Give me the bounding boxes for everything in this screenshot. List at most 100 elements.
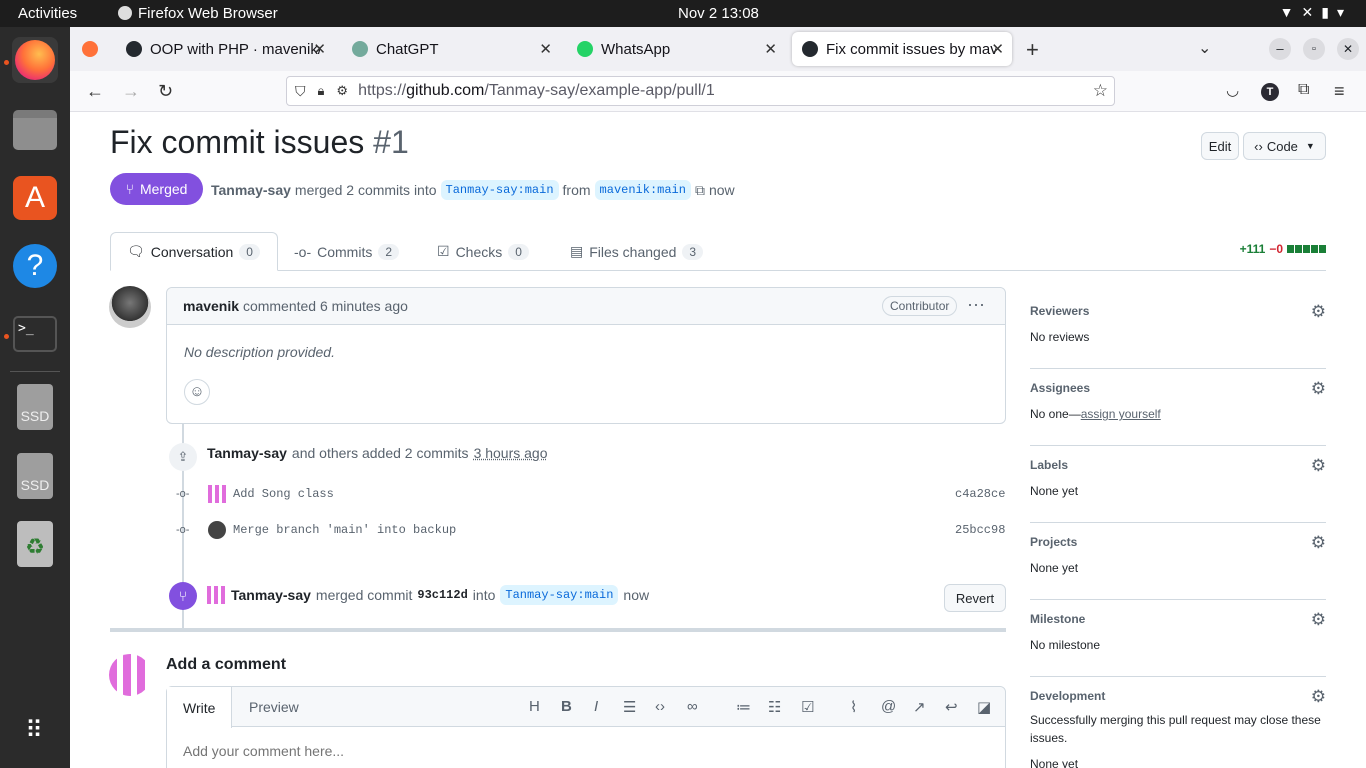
maximize-button[interactable]: ▫ (1303, 38, 1325, 60)
reload-icon[interactable]: ↻ (158, 81, 173, 102)
unordered-list-icon[interactable]: ☷ (768, 698, 781, 716)
identicon-avatar (207, 586, 225, 604)
merged-branch[interactable]: Tanmay-say:main (500, 585, 619, 605)
commit-message[interactable]: Add Song class (233, 487, 334, 501)
close-tab-icon[interactable]: ✕ (539, 40, 552, 58)
edit-button[interactable]: Edit (1201, 132, 1239, 160)
firefox-dock-icon[interactable] (12, 37, 58, 83)
slash-commands-icon[interactable]: ◪ (977, 698, 991, 716)
forward-icon[interactable]: → (122, 81, 140, 102)
code-icon[interactable]: ‹› (655, 698, 665, 715)
sidebar-heading[interactable]: Milestone (1030, 612, 1085, 626)
back-icon[interactable]: ← (86, 81, 104, 102)
attach-icon[interactable]: ⌇ (850, 698, 857, 716)
ordered-list-icon[interactable]: ≔ (736, 698, 751, 716)
bookmark-star-icon[interactable]: ☆ (1093, 81, 1108, 101)
list-all-tabs-button[interactable]: ⌄ (1198, 38, 1211, 58)
browser-tab[interactable]: ChatGPT ✕ (342, 32, 560, 66)
power-menu-icon: ▾ (1336, 4, 1352, 20)
gear-icon[interactable]: ⚙ (1311, 687, 1326, 707)
commit-message[interactable]: Merge branch 'main' into backup (233, 523, 456, 537)
link-icon[interactable]: ∞ (687, 698, 698, 715)
copy-icon[interactable]: ⧉ (695, 182, 705, 199)
comment-input[interactable] (183, 743, 983, 759)
new-tab-button[interactable]: + (1026, 37, 1039, 63)
kebab-menu-icon[interactable]: ··· (967, 294, 985, 315)
italic-icon[interactable]: I (594, 698, 598, 715)
code-button[interactable]: ‹› Code ▼ (1243, 132, 1326, 160)
show-apps-icon[interactable]: ⠿ (12, 707, 58, 753)
event-author[interactable]: Tanmay-say (207, 445, 287, 461)
files-dock-icon[interactable] (12, 107, 58, 153)
url-bar[interactable]: ⛉ 🔒︎ ⚙ https://github.com/Tanmay-say/exa… (286, 76, 1115, 106)
avatar[interactable] (109, 286, 151, 328)
commit-node-icon: -o- (176, 524, 190, 536)
bold-icon[interactable]: B (561, 698, 572, 715)
cross-reference-icon[interactable]: ↗ (913, 698, 926, 716)
activities-button[interactable]: Activities (18, 5, 77, 22)
firefox-view-button[interactable] (82, 41, 98, 57)
tab-files-changed[interactable]: ▤ Files changed 3 (570, 232, 704, 271)
head-branch[interactable]: mavenik:main (594, 180, 691, 200)
sidebar-heading[interactable]: Development (1030, 689, 1105, 703)
extensions-icon[interactable]: ⧉ (1298, 81, 1309, 99)
commit-sha[interactable]: 25bcc98 (955, 523, 1005, 537)
gear-icon[interactable]: ⚙ (1311, 610, 1326, 630)
event-time[interactable]: 3 hours ago (474, 445, 548, 461)
app-center-dock-icon[interactable]: A (12, 175, 58, 221)
system-tray[interactable]: ▼✕▮▾ (1280, 4, 1352, 21)
tab-commits[interactable]: -o- Commits 2 (294, 232, 400, 271)
task-list-icon[interactable]: ☑ (801, 698, 814, 716)
base-branch[interactable]: Tanmay-say:main (440, 180, 559, 200)
sidebar-heading[interactable]: Labels (1030, 458, 1068, 472)
write-tab[interactable]: Write (167, 687, 233, 728)
preview-tab[interactable]: Preview (233, 687, 315, 727)
drive-ssd-icon[interactable]: SSD (12, 384, 58, 430)
menu-icon[interactable]: ≡ (1334, 81, 1345, 102)
assign-yourself-link[interactable]: assign yourself (1081, 407, 1161, 421)
app-menu[interactable]: Firefox Web Browser (118, 5, 278, 22)
url-text[interactable]: https://github.com/Tanmay-say/example-ap… (358, 82, 715, 100)
gear-icon[interactable]: ⚙ (1311, 533, 1326, 553)
sidebar-heading[interactable]: Reviewers (1030, 304, 1089, 318)
lock-icon[interactable]: 🔒︎ (318, 83, 325, 99)
minimize-button[interactable]: – (1269, 38, 1291, 60)
comment-author[interactable]: mavenik (183, 298, 239, 314)
diffstat[interactable]: +111 −0 (1240, 242, 1326, 256)
permissions-icon[interactable]: ⚙ (336, 83, 348, 99)
event-author[interactable]: Tanmay-say (231, 587, 311, 603)
quote-icon[interactable]: ☰ (623, 698, 636, 716)
trash-dock-icon[interactable]: ♻ (12, 521, 58, 567)
heading-icon[interactable]: H (529, 698, 540, 715)
clock[interactable]: Nov 2 13:08 (678, 5, 759, 22)
tab-conversation[interactable]: 🗨︎ Conversation 0 (110, 232, 278, 271)
terminal-dock-icon[interactable]: >_ (12, 311, 58, 357)
browser-tab-active[interactable]: Fix commit issues by mav ✕ (792, 32, 1012, 66)
sidebar-value: No milestone (1030, 638, 1101, 652)
gear-icon[interactable]: ⚙ (1311, 456, 1326, 476)
sidebar-heading[interactable]: Projects (1030, 535, 1077, 549)
close-window-button[interactable]: ✕ (1337, 38, 1359, 60)
close-tab-icon[interactable]: ✕ (313, 40, 326, 58)
gear-icon[interactable]: ⚙ (1311, 302, 1326, 322)
gear-icon[interactable]: ⚙ (1311, 379, 1326, 399)
close-tab-icon[interactable]: ✕ (991, 40, 1004, 58)
pocket-icon[interactable]: ◡ (1226, 81, 1239, 99)
merge-commit-sha[interactable]: 93c112d (417, 588, 467, 602)
reply-icon[interactable]: ↩ (945, 698, 958, 716)
help-dock-icon[interactable]: ? (12, 243, 58, 289)
browser-tab[interactable]: OOP with PHP · mavenik/ ✕ (116, 32, 334, 66)
commit-sha[interactable]: c4a28ce (955, 487, 1005, 501)
revert-button[interactable]: Revert (944, 584, 1006, 612)
drive-ssd-icon[interactable]: SSD (12, 453, 58, 499)
close-tab-icon[interactable]: ✕ (764, 40, 777, 58)
tab-checks[interactable]: ☑ Checks 0 (437, 232, 529, 271)
add-reaction-icon[interactable]: ☺ (184, 379, 210, 405)
comment-action[interactable]: commented 6 minutes ago (243, 298, 408, 314)
browser-tab[interactable]: WhatsApp ✕ (567, 32, 785, 66)
tracking-protection-icon[interactable]: ⛉ (295, 83, 306, 100)
mention-icon[interactable]: @ (881, 698, 896, 715)
account-avatar[interactable]: T (1261, 83, 1279, 101)
pr-author[interactable]: Tanmay-say (211, 182, 291, 198)
sidebar-heading[interactable]: Assignees (1030, 381, 1090, 395)
